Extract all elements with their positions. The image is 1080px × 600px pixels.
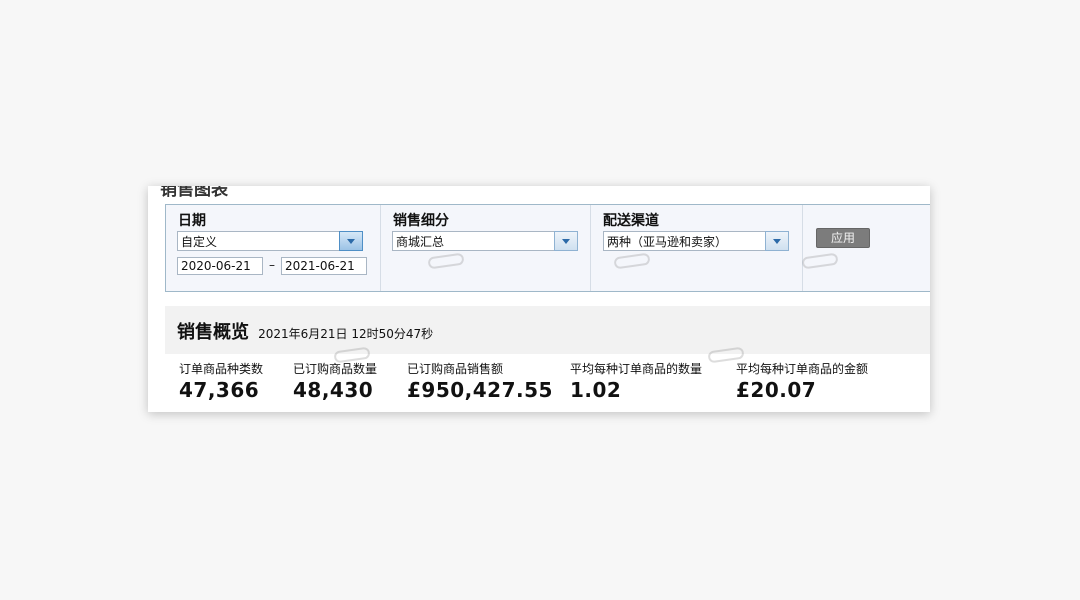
overview-header: 销售概览 2021年6月21日 12时50分47秒 (177, 318, 433, 344)
metric-value: 47,366 (179, 378, 260, 402)
date-range-select[interactable]: 自定义 (177, 231, 363, 251)
sales-breakdown-filter-group: 销售细分 商城汇总 (380, 205, 591, 291)
chevron-down-icon[interactable] (554, 231, 578, 251)
fulfillment-label: 配送渠道 (603, 213, 659, 229)
sales-breakdown-value: 商城汇总 (396, 235, 445, 249)
metric-label: 已订购商品销售额 (407, 362, 504, 376)
date-label: 日期 (178, 213, 206, 229)
metric-value: £20.07 (736, 378, 817, 402)
fulfillment-filter-group: 配送渠道 两种（亚马逊和卖家） (590, 205, 803, 291)
date-range-value: 自定义 (181, 235, 218, 249)
filter-panel: 日期 自定义 2020-06-21 – 2021-06-21 销售细分 商城汇总… (165, 204, 930, 292)
metric-value: £950,427.55 (407, 378, 553, 402)
metric-label: 平均每种订单商品的金额 (736, 362, 869, 376)
sales-breakdown-select[interactable]: 商城汇总 (392, 231, 578, 251)
start-date-input[interactable]: 2020-06-21 (177, 257, 263, 275)
metric-value: 48,430 (293, 378, 374, 402)
section-title: 销售图表 (160, 186, 228, 200)
metric-value: 1.02 (570, 378, 622, 402)
sales-report-card: 销售图表 日期 自定义 2020-06-21 – 2021-06-21 销售细分… (148, 186, 930, 412)
overview-timestamp: 2021年6月21日 12时50分47秒 (258, 327, 434, 341)
metric-label: 已订购商品数量 (293, 362, 378, 376)
sales-overview: 销售概览 2021年6月21日 12时50分47秒 订单商品种类数 47,366… (165, 306, 930, 412)
date-separator: – (269, 258, 275, 272)
apply-group (802, 205, 930, 291)
chevron-down-icon[interactable] (765, 231, 789, 251)
metric-label: 订单商品种类数 (179, 362, 264, 376)
overview-title: 销售概览 (177, 322, 249, 343)
chevron-down-icon[interactable] (339, 231, 363, 251)
end-date-input[interactable]: 2021-06-21 (281, 257, 367, 275)
apply-button[interactable]: 应用 (816, 228, 870, 248)
date-filter-group: 日期 自定义 2020-06-21 – 2021-06-21 (166, 205, 380, 291)
metric-label: 平均每种订单商品的数量 (570, 362, 703, 376)
fulfillment-value: 两种（亚马逊和卖家） (607, 235, 728, 249)
sales-breakdown-label: 销售细分 (393, 213, 449, 229)
metrics-row: 订单商品种类数 47,366 已订购商品数量 48,430 已订购商品销售额 £… (165, 354, 930, 412)
fulfillment-select[interactable]: 两种（亚马逊和卖家） (603, 231, 789, 251)
